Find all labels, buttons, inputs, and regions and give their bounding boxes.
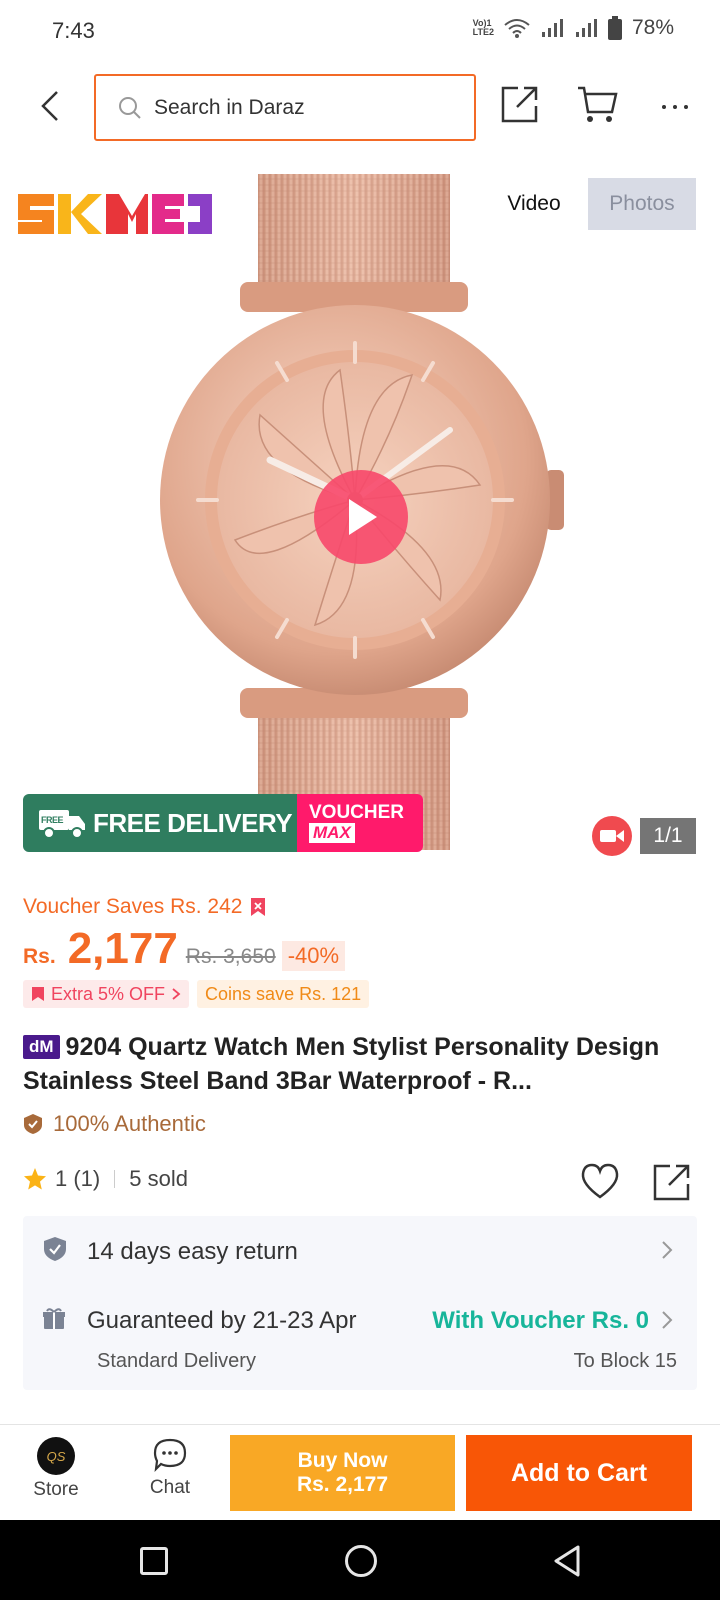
coins-tag[interactable]: Coins save Rs. 121	[197, 980, 370, 1008]
rating-text: 1 (1)	[55, 1166, 101, 1191]
video-camera-icon[interactable]	[592, 816, 632, 856]
back-arrow-icon	[41, 91, 58, 121]
buy-now-price: Rs. 2,177	[296, 1473, 389, 1496]
battery-percent: 78%	[631, 16, 674, 39]
free-badge-text: FREE	[41, 815, 64, 825]
sold-count: 5 sold	[129, 1166, 188, 1191]
chat-label: Chat	[149, 1477, 191, 1498]
free-delivery-badge: FREE FREE DELIVERY	[23, 794, 297, 852]
coins-text: Coins save Rs. 121	[205, 983, 362, 1004]
recent-apps-icon[interactable]	[140, 1547, 168, 1575]
image-counter: 1/1	[640, 818, 696, 854]
add-to-cart-button[interactable]: Add to Cart	[466, 1435, 692, 1511]
price-value: 2,177	[67, 924, 178, 973]
play-video-button[interactable]	[314, 470, 408, 564]
buy-now-label: Buy Now	[297, 1449, 388, 1472]
wishlist-button[interactable]	[580, 1162, 622, 1204]
signal-icon-1	[540, 18, 564, 38]
bottom-action-bar: QS Store Chat Buy Now Rs. 2,177 Add to C…	[0, 1425, 720, 1520]
voucher-max-line2: MAX	[309, 823, 355, 843]
price-currency: Rs.	[23, 945, 56, 968]
extra-off-tag[interactable]: Extra 5% OFF	[23, 980, 190, 1008]
buy-now-button[interactable]: Buy Now Rs. 2,177	[230, 1435, 455, 1511]
return-policy-row[interactable]: 14 days easy return	[23, 1216, 697, 1286]
shield-check-icon	[43, 1236, 67, 1267]
divider	[114, 1170, 116, 1188]
signal-icon-2	[574, 18, 598, 38]
wifi-icon	[504, 18, 530, 38]
volte-icon: Vo)1 LTE2	[472, 18, 494, 37]
back-nav-icon[interactable]	[552, 1544, 582, 1578]
gift-box-icon	[43, 1308, 65, 1335]
voucher-max-line1: VOUCHER	[309, 802, 405, 823]
authentic-badge: 100% Authentic	[23, 1111, 206, 1137]
discount-badge: -40%	[281, 941, 346, 971]
voucher-icon	[32, 987, 44, 1001]
product-title: dM 9204 Quartz Watch Men Stylist Personal…	[23, 1030, 703, 1098]
voucher-saves[interactable]: Voucher Saves Rs. 242	[23, 895, 266, 919]
promo-banner: FREE FREE DELIVERY VOUCHER MAX	[23, 794, 423, 852]
share-icon	[653, 1164, 690, 1201]
voucher-saves-text: Voucher Saves Rs. 242	[23, 895, 243, 918]
delivery-voucher[interactable]: With Voucher Rs. 0	[432, 1307, 649, 1335]
star-icon	[23, 1167, 47, 1191]
cart-icon	[578, 86, 618, 122]
chat-icon	[153, 1438, 187, 1473]
home-icon[interactable]	[345, 1545, 377, 1577]
header: Search in Daraz	[0, 70, 720, 142]
store-label: Store	[33, 1479, 79, 1500]
promo-tags: Extra 5% OFF Coins save Rs. 121	[23, 980, 370, 1008]
voucher-icon	[251, 898, 266, 916]
chevron-right-icon	[172, 988, 181, 1000]
more-icon[interactable]	[652, 84, 698, 130]
delivery-method: Standard Delivery	[97, 1350, 256, 1372]
back-button[interactable]	[30, 84, 70, 128]
shield-icon	[24, 1114, 42, 1134]
share-icon	[501, 86, 538, 123]
battery-icon	[607, 16, 622, 40]
voucher-max-badge: VOUCHER MAX	[297, 794, 423, 852]
authentic-text: 100% Authentic	[53, 1111, 206, 1136]
share-product-button[interactable]	[652, 1162, 694, 1204]
share-button[interactable]	[500, 84, 546, 130]
status-icons: Vo)1 LTE2 78%	[473, 16, 674, 40]
heart-icon	[581, 1163, 619, 1199]
delivery-destination: To Block 15	[573, 1350, 677, 1372]
product-title-text: 9204 Quartz Watch Men Stylist Personalit…	[23, 1033, 660, 1095]
dm-badge: dM	[23, 1035, 60, 1059]
chevron-right-icon	[662, 1311, 673, 1329]
search-placeholder: Search in Daraz	[154, 95, 305, 119]
rating-row[interactable]: 1 (1) 5 sold	[23, 1166, 188, 1192]
status-time: 7:43	[52, 18, 95, 43]
search-input[interactable]: Search in Daraz	[94, 74, 476, 141]
store-logo: QS	[37, 1437, 75, 1475]
product-gallery[interactable]: Video Photos FREE FREE DELIVERY VOUCHER …	[0, 160, 720, 860]
chat-button[interactable]: Chat	[132, 1437, 208, 1499]
delivery-card: 14 days easy return Guaranteed by 21-23 …	[23, 1216, 697, 1390]
return-policy-text: 14 days easy return	[87, 1238, 298, 1265]
original-price: Rs. 3,650	[185, 945, 276, 968]
extra-off-text: Extra 5% OFF	[51, 983, 166, 1004]
tab-photos[interactable]: Photos	[588, 178, 696, 230]
play-icon	[349, 499, 377, 535]
search-icon	[118, 96, 142, 120]
status-bar: 7:43 Vo)1 LTE2 78%	[0, 0, 720, 62]
chevron-right-icon	[662, 1241, 673, 1259]
price-row: Rs. 2,177 Rs. 3,650 -40%	[23, 924, 346, 974]
system-nav-bar	[0, 1520, 720, 1600]
store-button[interactable]: QS Store	[18, 1437, 94, 1501]
cart-button[interactable]	[576, 84, 622, 130]
delivery-truck-icon: FREE	[39, 810, 85, 839]
free-delivery-text: FREE DELIVERY	[93, 807, 293, 838]
delivery-guarantee[interactable]: Guaranteed by 21-23 Apr	[87, 1307, 357, 1335]
